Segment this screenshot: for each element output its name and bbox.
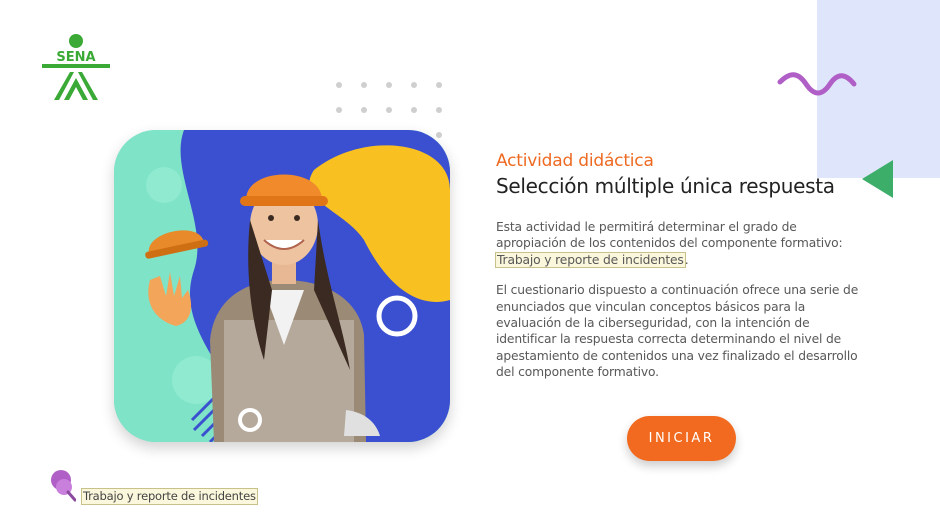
description-end: . bbox=[684, 252, 689, 267]
page-title: Selección múltiple única respuesta bbox=[496, 174, 835, 198]
triangle-decoration-icon bbox=[862, 160, 893, 198]
description-text: Esta actividad le permitirá determinar e… bbox=[496, 220, 843, 251]
activity-intro: Actividad didáctica Selección múltiple ú… bbox=[495, 150, 860, 381]
footer-component-label: Trabajo y reporte de incidentes bbox=[81, 488, 258, 505]
logo-text: SENA bbox=[56, 50, 95, 65]
start-button[interactable]: INICIAR bbox=[627, 416, 736, 461]
description-paragraph-1: Esta actividad le permitirá determinar e… bbox=[495, 219, 860, 268]
sena-logo-icon: SENA bbox=[40, 32, 112, 104]
description-paragraph-2: El cuestionario dispuesto a continuación… bbox=[496, 283, 859, 380]
activity-kicker: Actividad didáctica bbox=[496, 151, 654, 171]
hero-image bbox=[114, 130, 450, 442]
component-highlight: Trabajo y reporte de incidentes bbox=[495, 251, 686, 268]
wave-decoration-icon bbox=[777, 72, 857, 96]
pin-icon bbox=[51, 470, 76, 502]
